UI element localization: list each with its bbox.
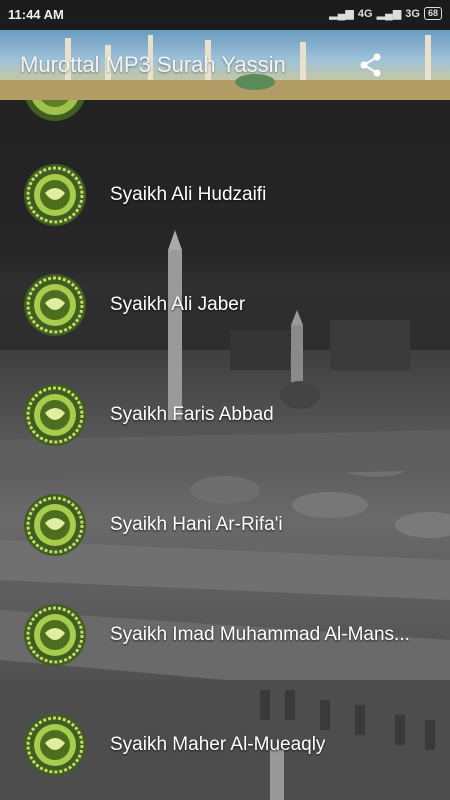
network-label-1: 4G bbox=[357, 7, 373, 20]
status-indicators: ▂▄▆ 4G ▂▄▆ 3G 68 bbox=[329, 7, 442, 20]
signal-icon: ▂▄▆ bbox=[329, 8, 354, 20]
status-bar: 11:44 AM ▂▄▆ 4G ▂▄▆ 3G 68 bbox=[0, 0, 450, 30]
list-item[interactable]: Syaikh Ali Hudzaifi bbox=[0, 140, 450, 250]
list-item[interactable]: Syaikh Faris Abbad bbox=[0, 360, 450, 470]
quran-cover-icon bbox=[24, 604, 86, 666]
page-title: Murottal MP3 Surah Yassin bbox=[20, 52, 286, 77]
share-icon bbox=[360, 53, 381, 77]
reciter-name: Syaikh Faris Abbad bbox=[110, 404, 274, 425]
quran-cover-icon bbox=[24, 164, 86, 226]
reciter-name: Syaikh Ali Hudzaifi bbox=[110, 184, 267, 205]
quran-cover-icon bbox=[24, 494, 86, 556]
status-time: 11:44 AM bbox=[8, 7, 64, 22]
reciter-name: Syaikh Imad Muhammad Al-Mans... bbox=[110, 624, 410, 645]
battery-icon: 68 bbox=[423, 7, 442, 20]
quran-cover-icon bbox=[24, 714, 86, 776]
reciter-name: Syaikh Maher Al-Mueaqly bbox=[110, 734, 326, 755]
quran-cover-icon bbox=[24, 384, 86, 446]
network-label-2: 3G bbox=[405, 7, 420, 20]
list-item[interactable]: Syaikh Ali Jaber bbox=[0, 250, 450, 360]
quran-cover-icon bbox=[24, 274, 86, 336]
reciter-list: Syaikh Ali Hudzaifi Syaikh Ali Jaber Sya… bbox=[0, 100, 450, 800]
quran-cover-icon bbox=[25, 100, 85, 121]
share-button[interactable] bbox=[356, 50, 386, 80]
list-item[interactable]: Syaikh Imad Muhammad Al-Mans... bbox=[0, 580, 450, 690]
list-item[interactable]: Syaikh Maher Al-Mueaqly bbox=[0, 690, 450, 800]
list-item[interactable]: Syaikh Hani Ar-Rifa'i bbox=[0, 470, 450, 580]
app-bar: Murottal MP3 Surah Yassin bbox=[0, 30, 450, 100]
signal-icon-2: ▂▄▆ bbox=[376, 8, 402, 20]
reciter-name: Syaikh Hani Ar-Rifa'i bbox=[110, 514, 283, 535]
reciter-name: Syaikh Ali Jaber bbox=[110, 294, 246, 315]
list-item-partial[interactable] bbox=[0, 100, 450, 145]
